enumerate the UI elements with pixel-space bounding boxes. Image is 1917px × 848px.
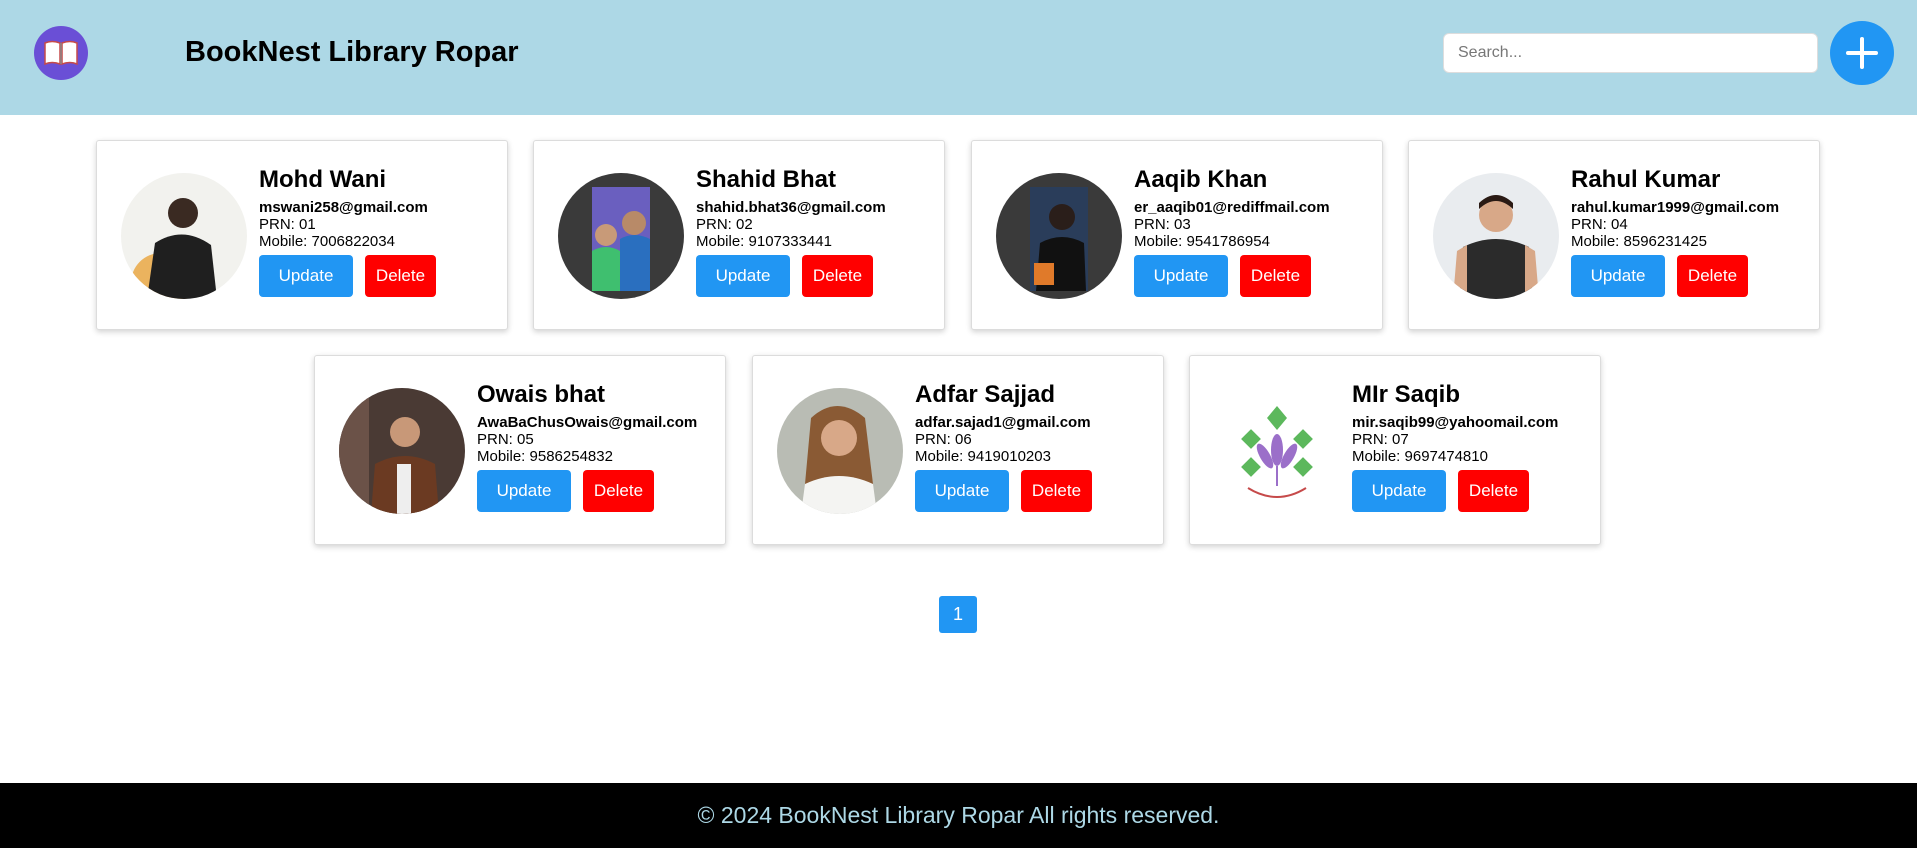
member-avatar xyxy=(996,173,1122,299)
member-card: MIr Saqib mir.saqib99@yahoomail.com PRN:… xyxy=(1189,355,1601,545)
member-mobile: Mobile: 9107333441 xyxy=(696,233,832,250)
member-email: shahid.bhat36@gmail.com xyxy=(696,199,886,216)
update-button[interactable]: Update xyxy=(915,470,1009,512)
member-mobile: Mobile: 9419010203 xyxy=(915,448,1051,465)
member-card: Shahid Bhat shahid.bhat36@gmail.com PRN:… xyxy=(533,140,945,330)
update-button[interactable]: Update xyxy=(477,470,571,512)
member-card: Owais bhat AwaBaChusOwais@gmail.com PRN:… xyxy=(314,355,726,545)
member-card: Mohd Wani mswani258@gmail.com PRN: 01 Mo… xyxy=(96,140,508,330)
member-prn: PRN: 03 xyxy=(1134,216,1191,233)
member-avatar xyxy=(777,388,903,514)
member-mobile: Mobile: 9541786954 xyxy=(1134,233,1270,250)
member-name: Owais bhat xyxy=(477,381,606,408)
delete-button[interactable]: Delete xyxy=(365,255,436,297)
member-prn: PRN: 07 xyxy=(1352,431,1409,448)
member-prn: PRN: 06 xyxy=(915,431,972,448)
delete-button[interactable]: Delete xyxy=(1021,470,1092,512)
member-email: er_aaqib01@rediffmail.com xyxy=(1134,199,1330,216)
add-member-button[interactable] xyxy=(1830,21,1894,85)
pagination-page-button[interactable]: 1 xyxy=(939,596,977,633)
page-footer: © 2024 BookNest Library Ropar All rights… xyxy=(0,783,1917,848)
delete-button[interactable]: Delete xyxy=(1240,255,1311,297)
app-title: BookNest Library Ropar xyxy=(185,36,519,68)
member-name: Aaqib Khan xyxy=(1134,166,1268,193)
member-name: Mohd Wani xyxy=(259,166,387,193)
member-email: mir.saqib99@yahoomail.com xyxy=(1352,414,1559,431)
knowledge-logo-icon xyxy=(1214,388,1340,514)
member-email: mswani258@gmail.com xyxy=(259,199,428,216)
member-prn: PRN: 05 xyxy=(477,431,534,448)
member-card: Rahul Kumar rahul.kumar1999@gmail.com PR… xyxy=(1408,140,1820,330)
delete-button[interactable]: Delete xyxy=(1458,470,1529,512)
member-email: rahul.kumar1999@gmail.com xyxy=(1571,199,1780,216)
member-avatar xyxy=(558,173,684,299)
update-button[interactable]: Update xyxy=(696,255,790,297)
member-mobile: Mobile: 7006822034 xyxy=(259,233,395,250)
member-name: MIr Saqib xyxy=(1352,381,1461,408)
member-prn: PRN: 02 xyxy=(696,216,753,233)
member-email: adfar.sajad1@gmail.com xyxy=(915,414,1091,431)
delete-button[interactable]: Delete xyxy=(583,470,654,512)
member-mobile: Mobile: 9586254832 xyxy=(477,448,613,465)
update-button[interactable]: Update xyxy=(259,255,353,297)
member-email: AwaBaChusOwais@gmail.com xyxy=(477,414,698,431)
member-mobile: Mobile: 9697474810 xyxy=(1352,448,1488,465)
search-input[interactable] xyxy=(1443,33,1818,73)
member-card: Adfar Sajjad adfar.sajad1@gmail.com PRN:… xyxy=(752,355,1164,545)
member-name: Adfar Sajjad xyxy=(915,381,1056,408)
member-name: Rahul Kumar xyxy=(1571,166,1721,193)
member-avatar xyxy=(339,388,465,514)
delete-button[interactable]: Delete xyxy=(1677,255,1748,297)
footer-copyright: © 2024 BookNest Library Ropar All rights… xyxy=(697,802,1220,828)
open-book-icon[interactable] xyxy=(34,26,88,80)
delete-button[interactable]: Delete xyxy=(802,255,873,297)
plus-icon xyxy=(1846,37,1878,69)
member-card: Aaqib Khan er_aaqib01@rediffmail.com PRN… xyxy=(971,140,1383,330)
member-avatar xyxy=(121,173,247,299)
member-name: Shahid Bhat xyxy=(696,166,837,193)
update-button[interactable]: Update xyxy=(1571,255,1665,297)
member-mobile: Mobile: 8596231425 xyxy=(1571,233,1707,250)
top-header: BookNest Library Ropar xyxy=(0,0,1917,115)
update-button[interactable]: Update xyxy=(1352,470,1446,512)
member-prn: PRN: 04 xyxy=(1571,216,1628,233)
update-button[interactable]: Update xyxy=(1134,255,1228,297)
member-avatar xyxy=(1433,173,1559,299)
member-prn: PRN: 01 xyxy=(259,216,316,233)
